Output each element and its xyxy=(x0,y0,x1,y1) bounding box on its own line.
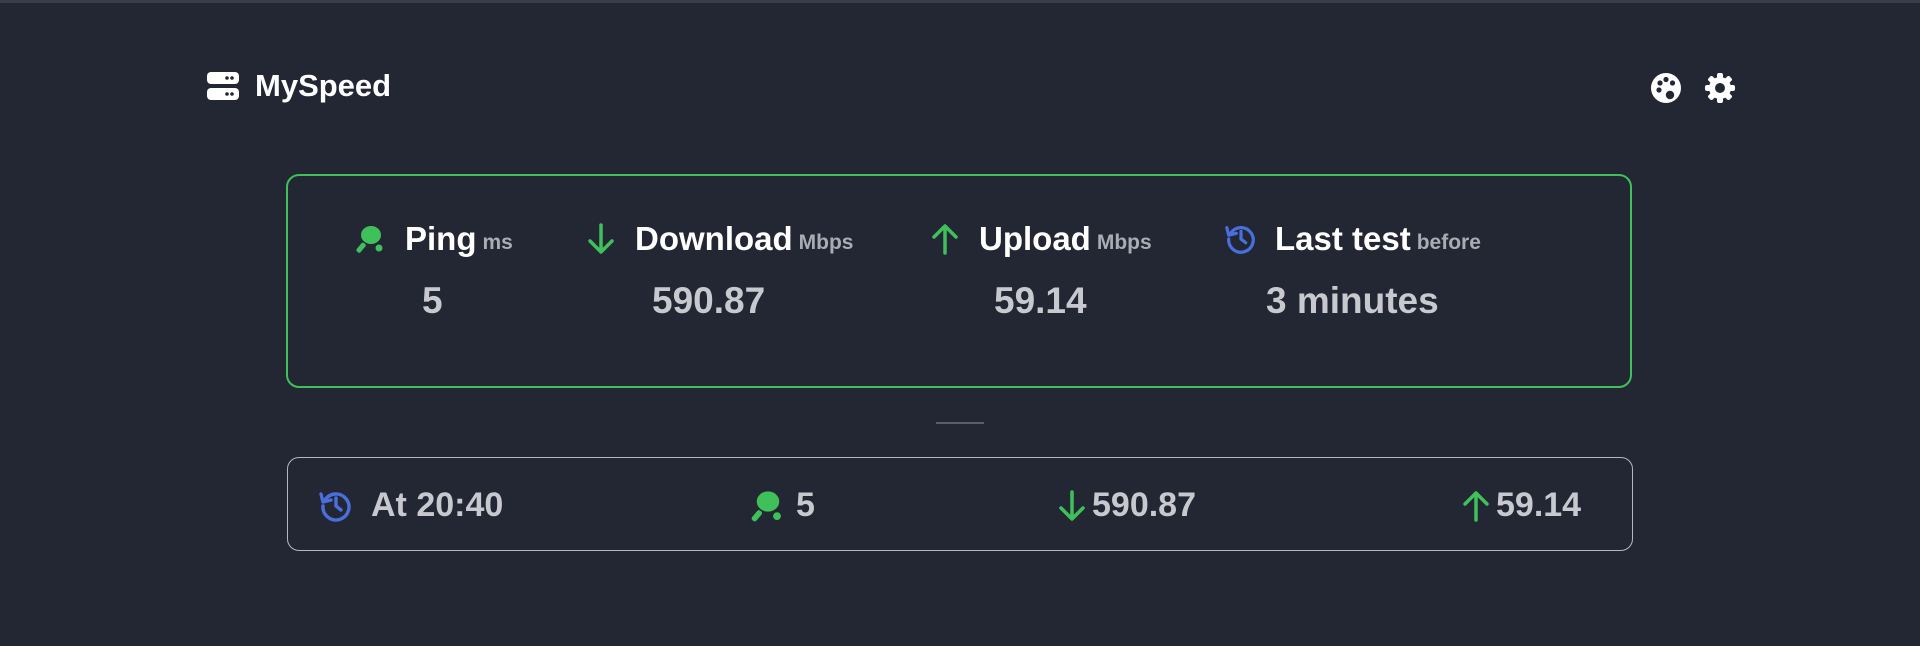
server-icon xyxy=(207,72,239,100)
arrow-down-icon xyxy=(1054,488,1090,524)
last-test-unit: before xyxy=(1416,231,1481,254)
history-upload: 59.14 xyxy=(1458,486,1581,525)
upload-label: Upload xyxy=(979,220,1091,257)
arrow-down-icon xyxy=(584,222,618,256)
download-label: Download xyxy=(635,220,793,257)
window-top-border xyxy=(0,0,1920,3)
history-download-value: 590.87 xyxy=(1092,486,1196,524)
upload-stat: Upload Mbps 59.14 xyxy=(928,220,1152,321)
arrow-up-icon xyxy=(928,222,962,256)
ping-unit: ms xyxy=(482,231,513,254)
settings-button[interactable] xyxy=(1704,72,1736,104)
history-download: 590.87 xyxy=(1054,486,1196,525)
history-upload-value: 59.14 xyxy=(1496,486,1582,524)
history-icon xyxy=(1224,222,1258,256)
download-stat: Download Mbps 590.87 xyxy=(584,220,854,321)
last-test-stat: Last test before 3 minutes xyxy=(1224,220,1481,321)
section-divider xyxy=(936,422,984,424)
history-ping-value: 5 xyxy=(796,486,815,524)
download-value: 590.87 xyxy=(652,280,766,321)
download-unit: Mbps xyxy=(798,231,854,254)
upload-value: 59.14 xyxy=(994,280,1087,321)
history-ping: 5 xyxy=(750,486,815,525)
last-test-value: 3 minutes xyxy=(1266,280,1439,321)
gear-icon xyxy=(1705,73,1735,103)
ping-label: Ping xyxy=(405,220,477,257)
header-actions xyxy=(1650,72,1736,104)
ping-stat: Ping ms 5 xyxy=(354,220,513,321)
ping-value: 5 xyxy=(422,280,443,321)
ping-pong-icon xyxy=(750,488,786,524)
history-time: At 20:40 xyxy=(318,486,503,525)
app-header: MySpeed xyxy=(206,68,391,104)
theme-button[interactable] xyxy=(1650,72,1682,104)
arrow-up-icon xyxy=(1458,488,1494,524)
upload-unit: Mbps xyxy=(1096,231,1152,254)
app-title: MySpeed xyxy=(255,68,392,103)
history-icon xyxy=(318,488,354,524)
last-test-label: Last test xyxy=(1275,220,1411,257)
palette-icon xyxy=(1651,73,1681,103)
ping-pong-icon xyxy=(354,222,388,256)
speedtest-result-card: Ping ms 5 Download Mbps 590.87 Upload Mb… xyxy=(286,174,1632,388)
history-entry[interactable]: At 20:40 5 590.87 59.14 xyxy=(287,457,1633,551)
history-time-text: At 20:40 xyxy=(371,486,504,524)
